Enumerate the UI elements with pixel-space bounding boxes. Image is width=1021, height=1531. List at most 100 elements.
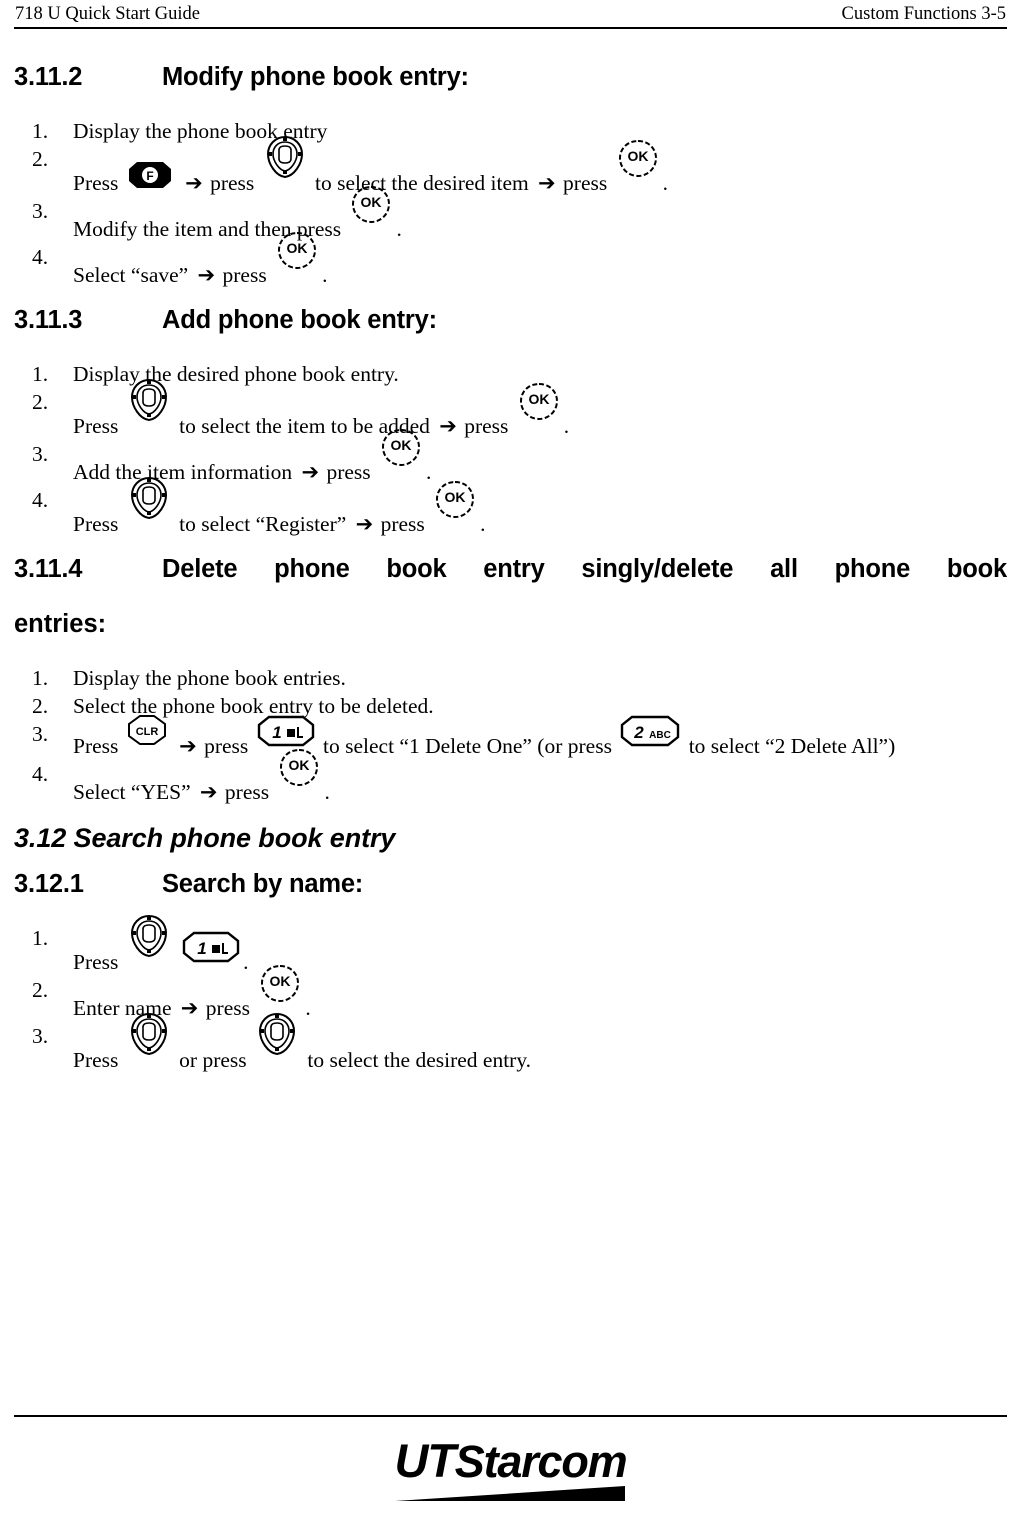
navigation-key-icon: [128, 476, 170, 520]
text-run: Select “YES”: [73, 779, 191, 804]
section-heading-3-12: 3.12 Search phone book entry: [14, 822, 396, 853]
section-title-continued: entries:: [14, 609, 107, 638]
header-right-title: Custom Functions 3-5: [841, 4, 1006, 24]
list-item: 1. Display the phone book entry: [14, 118, 1007, 146]
text-run: .: [426, 460, 432, 485]
list-item-text: Enter name ➔ press OK.: [73, 964, 1007, 1023]
text-run: Display the desired phone book entry.: [73, 362, 399, 387]
section-number: 3.11.4: [14, 554, 83, 583]
number-1-key-icon: 1: [257, 715, 315, 747]
section-number: 3.11.3: [14, 306, 83, 335]
logo-wordmark: UTStarcom: [394, 1434, 628, 1487]
section-title: Add phone book entry:: [162, 306, 437, 335]
logo-area: UTStarcom: [14, 1437, 1007, 1521]
text-run: press: [219, 779, 270, 804]
footer-divider: [14, 1415, 1007, 1417]
text-run: press: [200, 995, 250, 1020]
text-run: Display the phone book entries.: [73, 665, 346, 690]
svg-text:OK: OK: [287, 240, 308, 256]
list-item: 4. Select “YES” ➔ press OK.: [14, 748, 1007, 807]
logo-starcom: Starcom: [454, 1436, 628, 1487]
list-marker: 4.: [32, 761, 49, 786]
logo-ut: UT: [394, 1434, 456, 1487]
list-marker: 2.: [32, 693, 49, 718]
list-item: 2. Press to select the item to be added ➔…: [14, 379, 1007, 441]
step-list: 1. Display the desired phone book entry. 2…: [14, 361, 1007, 539]
ok-key-icon: OK: [379, 428, 423, 468]
right-arrow-icon: ➔: [348, 512, 374, 537]
list-marker: 1.: [32, 925, 49, 950]
svg-text:CLR: CLR: [135, 726, 158, 738]
text-run: press: [217, 263, 267, 288]
list-item-text: Press CLR ➔ press 1 to select “1 Delete …: [73, 714, 1007, 761]
svg-text:OK: OK: [289, 757, 310, 773]
section-number: 3.12.1: [14, 869, 84, 898]
text-run: Press: [73, 949, 119, 974]
navigation-key-icon: [128, 914, 170, 958]
list-item-text: Press 1.: [73, 914, 1007, 977]
number-2-key-icon: 2 ABC: [620, 715, 680, 747]
list-item-text: Select “YES” ➔ press OK.: [73, 748, 1007, 807]
navigation-key-icon: [128, 1012, 170, 1056]
right-arrow-icon: ➔: [294, 460, 320, 485]
svg-text:OK: OK: [361, 194, 382, 210]
text-run: to select “Register”: [173, 512, 347, 537]
text-run: .: [243, 949, 249, 974]
list-marker: 4.: [32, 245, 49, 270]
svg-text:1: 1: [197, 939, 206, 958]
section-heading-3.11.3: 3.11.3 Add phone book entry:: [14, 306, 1007, 335]
svg-text:OK: OK: [270, 973, 291, 989]
list-item: 1. Display the phone book entries.: [14, 665, 1007, 693]
list-item: 3. Press or press to select the desired e…: [14, 1012, 1007, 1075]
list-marker: 3.: [32, 1023, 49, 1048]
text-run: Press: [73, 733, 119, 758]
section-heading-3.11.4: 3.11.4 Delete phone book entry singly/del…: [14, 555, 1007, 584]
text-run: to select “1 Delete One” (or press: [317, 733, 612, 758]
section-title: Modify phone book entry:: [162, 63, 469, 92]
page-header: 718 U Quick Start Guide Custom Functions…: [14, 0, 1007, 27]
text-run: Press: [73, 512, 119, 537]
navigation-key-icon: [256, 1012, 298, 1056]
list-marker: 1.: [32, 362, 49, 387]
text-run: Press: [73, 1047, 119, 1072]
svg-text:ABC: ABC: [649, 730, 671, 741]
text-run: .: [563, 414, 570, 439]
text-run: press: [198, 733, 249, 758]
step-list: 1. Press 1. 2. Enter name ➔ press OK. 3. Pres…: [14, 914, 1007, 1075]
list-item: 3. Press CLR ➔ press 1 to select “1 Delet…: [14, 714, 1007, 761]
text-run: to select the desired entry.: [302, 1047, 532, 1072]
list-marker: 4.: [32, 488, 49, 513]
text-run: press: [557, 171, 608, 196]
right-arrow-icon: ➔: [530, 171, 556, 196]
list-item-text: Modify the item and then press OK.: [73, 186, 1007, 244]
text-run: .: [305, 995, 311, 1020]
ok-key-icon: OK: [616, 139, 660, 179]
list-item: 3. Modify the item and then press OK.: [14, 186, 1007, 244]
text-run: .: [322, 263, 328, 288]
ok-key-icon: OK: [258, 964, 302, 1004]
document-body: 3.11.2 Modify phone book entry: 1. Display …: [14, 63, 1007, 1074]
text-run: press: [375, 512, 425, 537]
list-item: 1. Press 1.: [14, 914, 1007, 977]
step-list: 1. Display the phone book entries. 2. Selec…: [14, 665, 1007, 807]
text-run: to select “2 Delete All”): [683, 733, 896, 758]
text-run: Add the item information: [73, 460, 293, 485]
list-marker: 2.: [32, 977, 49, 1002]
text-run: Press: [73, 414, 119, 439]
right-arrow-icon: ➔: [171, 733, 197, 758]
logo-wedge-icon: [394, 1486, 625, 1501]
svg-text:1: 1: [272, 723, 281, 742]
list-item: 2. Press F ➔ press to select the desired …: [14, 136, 1007, 198]
document-page: 718 U Quick Start Guide Custom Functions…: [0, 0, 1021, 1531]
svg-text:OK: OK: [445, 489, 466, 505]
number-1-key-icon: 1: [182, 931, 240, 963]
text-run: .: [396, 217, 402, 242]
list-marker: 1.: [32, 119, 49, 144]
list-marker: 1.: [32, 665, 49, 690]
text-run: press: [204, 171, 255, 196]
list-item-text: Press or press to select the desired ent…: [73, 1012, 1007, 1075]
